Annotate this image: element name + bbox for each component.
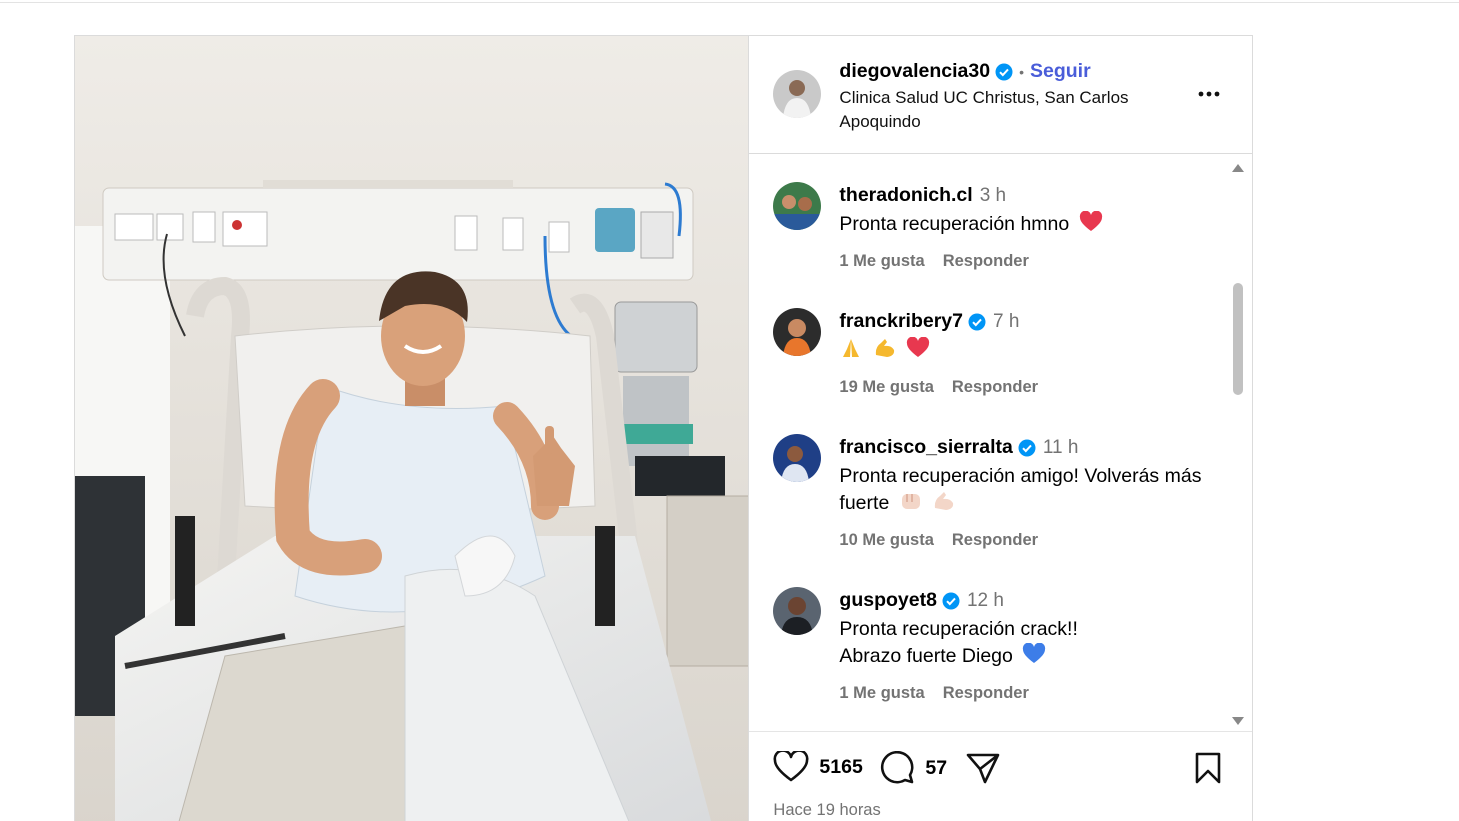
comment-header: franckribery7 7 h	[839, 310, 1019, 333]
blue-heart-emoji-icon	[1023, 643, 1046, 663]
comments-list: theradonich.cl 3 h Pronta recuperación h…	[749, 155, 1253, 732]
reply-button[interactable]: Responder	[952, 378, 1038, 397]
comment-time[interactable]: 12 h	[967, 590, 1004, 612]
post-header: diegovalencia30 • Seguir Clinica Salud U…	[749, 36, 1253, 154]
comment-body: Pronta recuperación hmno	[839, 213, 1070, 235]
comment-header: guspoyet8 12 h	[839, 589, 1004, 612]
reply-button[interactable]: Responder	[943, 684, 1029, 703]
scroll-down-arrow-icon[interactable]	[1232, 717, 1245, 725]
comment-body-line-2: Abrazo fuerte Diego	[839, 645, 1013, 667]
verified-badge-icon	[942, 592, 960, 609]
comment-time[interactable]: 11 h	[1043, 437, 1079, 459]
save-action[interactable]	[1193, 751, 1223, 785]
hospital-photo-illustration	[75, 36, 749, 821]
comment-count[interactable]: 57	[925, 757, 947, 780]
more-options-icon[interactable]	[1195, 84, 1225, 104]
scrollbar-thumb[interactable]	[1233, 283, 1244, 395]
author-username[interactable]: diegovalencia30	[839, 60, 990, 83]
comment-likes[interactable]: 19 Me gusta	[839, 378, 933, 397]
comment-username[interactable]: guspoyet8	[839, 589, 937, 612]
comment-avatar[interactable]	[773, 182, 822, 230]
like-action[interactable]: 5165	[773, 751, 863, 783]
comment-username[interactable]: theradonich.cl	[839, 184, 972, 207]
verified-badge-icon	[968, 313, 986, 330]
comment-text: Pronta recuperación amigo! Volverás más …	[839, 463, 1219, 517]
verified-badge-icon	[995, 63, 1013, 80]
heart-emoji-icon	[907, 337, 930, 357]
comment-body: Pronta recuperación crack!!	[839, 618, 1078, 640]
comment-likes[interactable]: 10 Me gusta	[839, 531, 933, 550]
comment-header: theradonich.cl 3 h	[839, 184, 1006, 207]
muscle-emoji-icon	[875, 339, 894, 357]
reply-button[interactable]: Responder	[943, 252, 1029, 271]
bookmark-icon[interactable]	[1193, 751, 1223, 785]
top-divider	[0, 0, 1459, 3]
post-photo[interactable]	[75, 36, 750, 821]
fist-emoji-icon	[901, 494, 920, 509]
comment-bubble-icon[interactable]	[879, 751, 915, 785]
post-location[interactable]: Clinica Salud UC Christus, San Carlos Ap…	[839, 86, 1149, 134]
verified-badge-icon	[1018, 439, 1036, 456]
comment-avatar[interactable]	[773, 587, 822, 635]
muscle-emoji-icon	[934, 492, 954, 510]
heart-emoji-icon	[1079, 211, 1102, 231]
comment-avatar[interactable]	[773, 308, 822, 356]
comment-likes[interactable]: 1 Me gusta	[839, 252, 924, 271]
pray-emoji-icon	[843, 339, 860, 357]
comment-meta: 10 Me gusta Responder	[839, 531, 1038, 550]
comment-text: Pronta recuperación crack!! Abrazo fuert…	[839, 616, 1219, 670]
comment-time[interactable]: 7 h	[993, 311, 1019, 333]
comment-avatar[interactable]	[773, 434, 822, 482]
reply-button[interactable]: Responder	[952, 531, 1038, 550]
post-side-panel: diegovalencia30 • Seguir Clinica Salud U…	[749, 36, 1253, 821]
scroll-up-arrow-icon[interactable]	[1232, 164, 1245, 172]
comment-meta: 19 Me gusta Responder	[839, 378, 1038, 397]
author-avatar[interactable]	[773, 70, 822, 118]
comment-username[interactable]: franckribery7	[839, 310, 963, 333]
comment-time[interactable]: 3 h	[980, 185, 1006, 207]
author-line: diegovalencia30 • Seguir	[839, 60, 1090, 83]
comment-meta: 1 Me gusta Responder	[839, 252, 1028, 271]
comment-likes[interactable]: 1 Me gusta	[839, 684, 924, 703]
comment-action[interactable]: 57	[879, 751, 947, 785]
comment-header: francisco_sierralta 11 h	[839, 436, 1078, 459]
comment-username[interactable]: francisco_sierralta	[839, 436, 1012, 459]
follow-button[interactable]: Seguir	[1030, 60, 1091, 83]
like-count[interactable]: 5165	[819, 756, 862, 779]
comment-text	[839, 337, 1219, 364]
post-actions: 5165 57	[749, 733, 1252, 793]
post-timestamp[interactable]: Hace 19 horas	[773, 801, 880, 820]
share-action[interactable]	[965, 751, 1001, 785]
comment-meta: 1 Me gusta Responder	[839, 684, 1028, 703]
comment-text: Pronta recuperación hmno	[839, 211, 1219, 238]
separator-dot: •	[1019, 63, 1024, 80]
post-modal: diegovalencia30 • Seguir Clinica Salud U…	[74, 35, 1253, 821]
comment-body: Pronta recuperación amigo! Volverás más …	[839, 465, 1202, 514]
share-paper-plane-icon[interactable]	[965, 751, 1001, 785]
heart-outline-icon[interactable]	[773, 751, 809, 783]
